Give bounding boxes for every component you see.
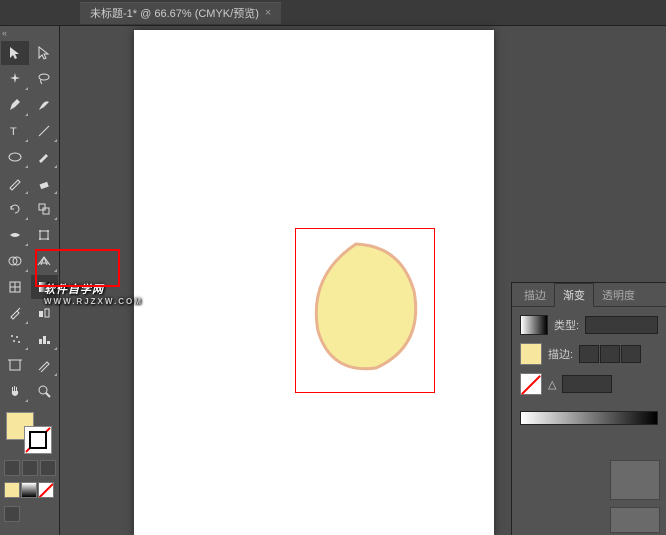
fill-preview[interactable] [520, 343, 542, 365]
document-tab-bar: 未标题-1* @ 66.67% (CMYK/预览) × [0, 0, 666, 26]
color-swatch-1[interactable] [4, 482, 20, 498]
tab-title: 未标题-1* @ 66.67% (CMYK/预览) [90, 5, 259, 21]
watermark-sub: WWW.RJZXW.COM [44, 297, 143, 306]
paintbrush-tool[interactable] [31, 145, 59, 169]
panel-body: 类型: 描边: △ [512, 307, 666, 433]
stroke-color-swatch[interactable] [24, 426, 52, 454]
column-graph-tool[interactable] [31, 327, 59, 351]
watermark: 软件自学网 WWW.RJZXW.COM [44, 276, 143, 306]
fill-stroke-section [0, 412, 59, 454]
scale-tool[interactable] [31, 197, 59, 221]
curvature-tool[interactable] [31, 93, 59, 117]
type-dropdown[interactable] [585, 316, 658, 334]
color-mode-row [0, 482, 59, 498]
type-tool[interactable]: T [1, 119, 29, 143]
hand-tool[interactable] [1, 379, 29, 403]
close-icon[interactable]: × [265, 7, 271, 19]
artboard-tool[interactable] [1, 353, 29, 377]
draw-mode-group [0, 460, 59, 476]
pencil-tool[interactable] [1, 171, 29, 195]
pen-tool[interactable] [1, 93, 29, 117]
gradient-panel: 描边 渐变 透明度 类型: 描边: △ [511, 282, 666, 535]
stroke-btn-2[interactable] [600, 345, 620, 363]
document-tab[interactable]: 未标题-1* @ 66.67% (CMYK/预览) × [80, 2, 281, 24]
shape-object[interactable] [306, 236, 426, 376]
svg-text:T: T [10, 126, 17, 138]
draw-normal[interactable] [4, 460, 20, 476]
perspective-grid-tool[interactable] [31, 249, 59, 273]
selection-tool[interactable] [1, 41, 29, 65]
rotate-tool[interactable] [1, 197, 29, 221]
gradient-stop-opacity[interactable] [610, 507, 660, 533]
shape-builder-tool[interactable] [1, 249, 29, 273]
direct-selection-tool[interactable] [31, 41, 59, 65]
stroke-btn-3[interactable] [621, 345, 641, 363]
type-label: 类型: [554, 317, 579, 333]
slice-tool[interactable] [31, 353, 59, 377]
screen-mode[interactable] [4, 506, 20, 522]
eraser-tool[interactable] [31, 171, 59, 195]
none-preview[interactable] [520, 373, 542, 395]
symbol-sprayer-tool[interactable] [1, 327, 29, 351]
stroke-btn-1[interactable] [579, 345, 599, 363]
delta-label: △ [548, 378, 556, 391]
toolbox-collapse[interactable] [0, 30, 59, 40]
gradient-slider[interactable] [520, 411, 658, 425]
color-swatch-none[interactable] [38, 482, 54, 498]
mesh-tool[interactable] [1, 275, 29, 299]
gradient-stop-color[interactable] [610, 460, 660, 500]
tab-opacity[interactable]: 透明度 [594, 284, 643, 306]
line-tool[interactable] [31, 119, 59, 143]
panel-tabs: 描边 渐变 透明度 [512, 283, 666, 307]
watermark-main: 软件自学网 [44, 284, 104, 296]
angle-field[interactable] [562, 375, 612, 393]
zoom-tool[interactable] [31, 379, 59, 403]
width-tool[interactable] [1, 223, 29, 247]
tab-gradient[interactable]: 渐变 [554, 283, 594, 307]
stroke-label: 描边: [548, 346, 573, 362]
gradient-preview[interactable] [520, 315, 548, 335]
color-swatch-2[interactable] [21, 482, 37, 498]
eyedropper-tool[interactable] [1, 301, 29, 325]
draw-inside[interactable] [40, 460, 56, 476]
ellipse-tool[interactable] [1, 145, 29, 169]
tab-stroke[interactable]: 描边 [516, 284, 554, 306]
draw-behind[interactable] [22, 460, 38, 476]
magic-wand-tool[interactable] [1, 67, 29, 91]
artboard [134, 30, 494, 535]
free-transform-tool[interactable] [31, 223, 59, 247]
lasso-tool[interactable] [31, 67, 59, 91]
